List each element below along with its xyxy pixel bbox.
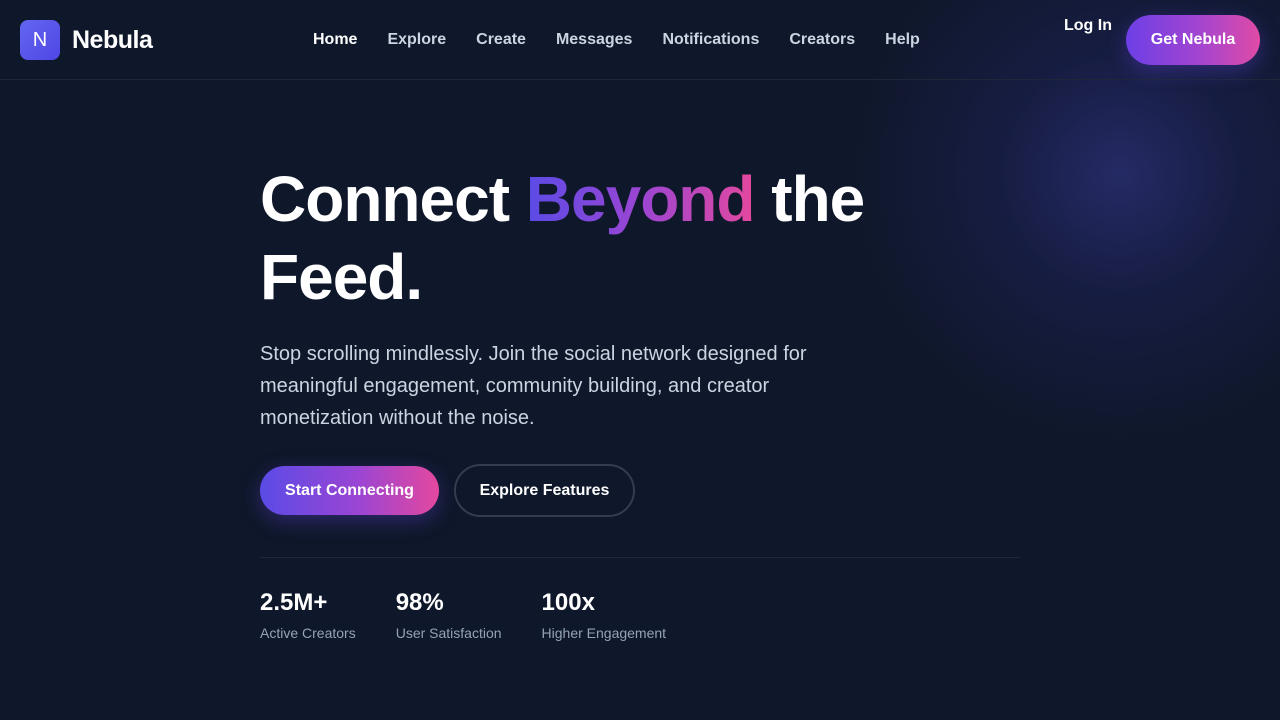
- stat-label: Active Creators: [260, 625, 356, 641]
- main-nav: Home Explore Create Messages Notificatio…: [313, 30, 950, 50]
- nav-item-help[interactable]: Help: [885, 31, 920, 49]
- stat-value: 100x: [541, 589, 595, 616]
- stat-value: 2.5M+: [260, 589, 328, 616]
- nav-item-home[interactable]: Home: [313, 31, 357, 49]
- nav-item-creators[interactable]: Creators: [789, 31, 855, 49]
- nav-item-notifications[interactable]: Notifications: [662, 31, 759, 49]
- nav-item-messages[interactable]: Messages: [556, 31, 633, 49]
- stat-label: Higher Engagement: [541, 625, 667, 641]
- stat-item: 100x Higher Engagement: [542, 588, 667, 642]
- explore-features-button[interactable]: Explore Features: [454, 464, 635, 517]
- stats-divider: [260, 557, 1020, 558]
- stat-item: 98% User Satisfaction: [396, 588, 502, 642]
- start-connecting-button[interactable]: Start Connecting: [260, 466, 439, 515]
- landing-page: N Nebula Home Explore Create Messages No…: [0, 0, 1280, 720]
- hero-title-part1: Connect: [260, 163, 526, 235]
- stat-item: 2.5M+ Active Creators: [260, 588, 356, 642]
- nav-item-explore[interactable]: Explore: [387, 31, 446, 49]
- brand-logo[interactable]: N Nebula: [20, 20, 153, 60]
- hero-title-highlight: Beyond: [525, 163, 756, 235]
- site-header: N Nebula Home Explore Create Messages No…: [0, 0, 1280, 80]
- hero-title: Connect Beyond the Feed.: [260, 160, 980, 316]
- login-link[interactable]: Log In: [1064, 17, 1112, 35]
- nav-item-create[interactable]: Create: [476, 31, 526, 49]
- stat-value: 98%: [395, 589, 444, 616]
- logo-mark-icon: N: [20, 20, 60, 60]
- stat-label: User Satisfaction: [395, 625, 502, 641]
- hero-subtitle: Stop scrolling mindlessly. Join the soci…: [260, 343, 807, 429]
- stats-row: 2.5M+ Active Creators 98% User Satisfact…: [260, 588, 706, 642]
- brand-name: Nebula: [72, 25, 153, 54]
- get-nebula-button[interactable]: Get Nebula: [1126, 15, 1260, 65]
